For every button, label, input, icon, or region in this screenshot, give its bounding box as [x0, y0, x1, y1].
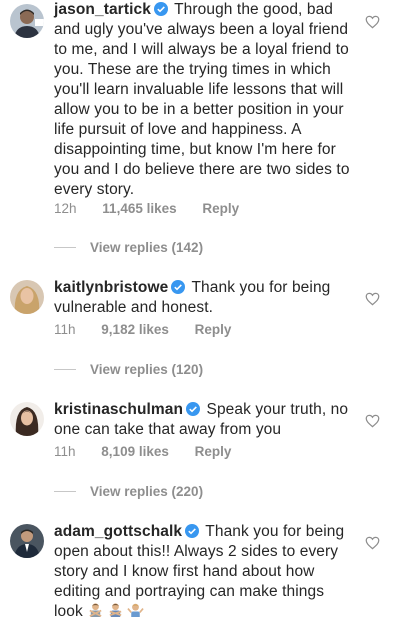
avatar[interactable] — [10, 402, 44, 436]
reply-button[interactable]: Reply — [202, 201, 239, 216]
man-shrugging-emoji — [127, 603, 144, 617]
avatar[interactable] — [10, 4, 44, 38]
avatar[interactable] — [10, 524, 44, 558]
verified-badge-icon — [153, 2, 168, 16]
heart-outline-icon[interactable] — [365, 15, 380, 29]
heart-outline-icon[interactable] — [365, 292, 380, 306]
verified-badge-icon — [171, 280, 186, 294]
view-replies-label: View replies (120) — [90, 362, 204, 377]
comment-text-block: kristinaschulman Speak your truth, no on… — [54, 400, 354, 440]
comment-time: 11h — [54, 444, 76, 459]
view-replies-label: View replies (142) — [90, 240, 204, 255]
comment-meta: 11h 8,109 likes Reply — [54, 444, 253, 459]
comment-username[interactable]: kristinaschulman — [54, 401, 183, 418]
verified-badge-icon — [185, 524, 200, 538]
comment-meta: 12h 11,465 likes Reply — [54, 201, 261, 216]
verified-badge-icon — [186, 402, 201, 416]
replies-divider — [54, 247, 76, 248]
comment-text-block: adam_gottschalk Thank you for being open… — [54, 522, 354, 617]
avatar[interactable] — [10, 280, 44, 314]
comment-username[interactable]: adam_gottschalk — [54, 523, 182, 540]
view-replies-button[interactable]: View replies (142) — [54, 240, 203, 255]
comment-username[interactable]: kaitlynbristowe — [54, 279, 168, 296]
comment-text-block: jason_tartick Through the good, bad and … — [54, 0, 354, 200]
comment-likes[interactable]: 8,109 likes — [101, 444, 169, 459]
view-replies-button[interactable]: View replies (220) — [54, 484, 203, 499]
comment-time: 11h — [54, 322, 76, 337]
comment-likes[interactable]: 11,465 likes — [102, 201, 176, 216]
reply-button[interactable]: Reply — [195, 322, 232, 337]
comment-meta: 11h 9,182 likes Reply — [54, 322, 253, 337]
view-replies-label: View replies (220) — [90, 484, 204, 499]
view-replies-button[interactable]: View replies (120) — [54, 362, 203, 377]
comment-time: 12h — [54, 201, 77, 216]
comment-text-block: kaitlynbristowe Thank you for being vuln… — [54, 278, 354, 318]
replies-divider — [54, 491, 76, 492]
comment-username[interactable]: jason_tartick — [54, 1, 151, 18]
men-gesturing-no-emoji — [109, 603, 122, 617]
replies-divider — [54, 369, 76, 370]
comment-text: Through the good, bad and ugly you've al… — [54, 1, 350, 198]
man-gesturing-no-emoji — [89, 603, 102, 617]
heart-outline-icon[interactable] — [365, 414, 380, 428]
comment-likes[interactable]: 9,182 likes — [101, 322, 169, 337]
heart-outline-icon[interactable] — [365, 536, 380, 550]
reply-button[interactable]: Reply — [195, 444, 232, 459]
